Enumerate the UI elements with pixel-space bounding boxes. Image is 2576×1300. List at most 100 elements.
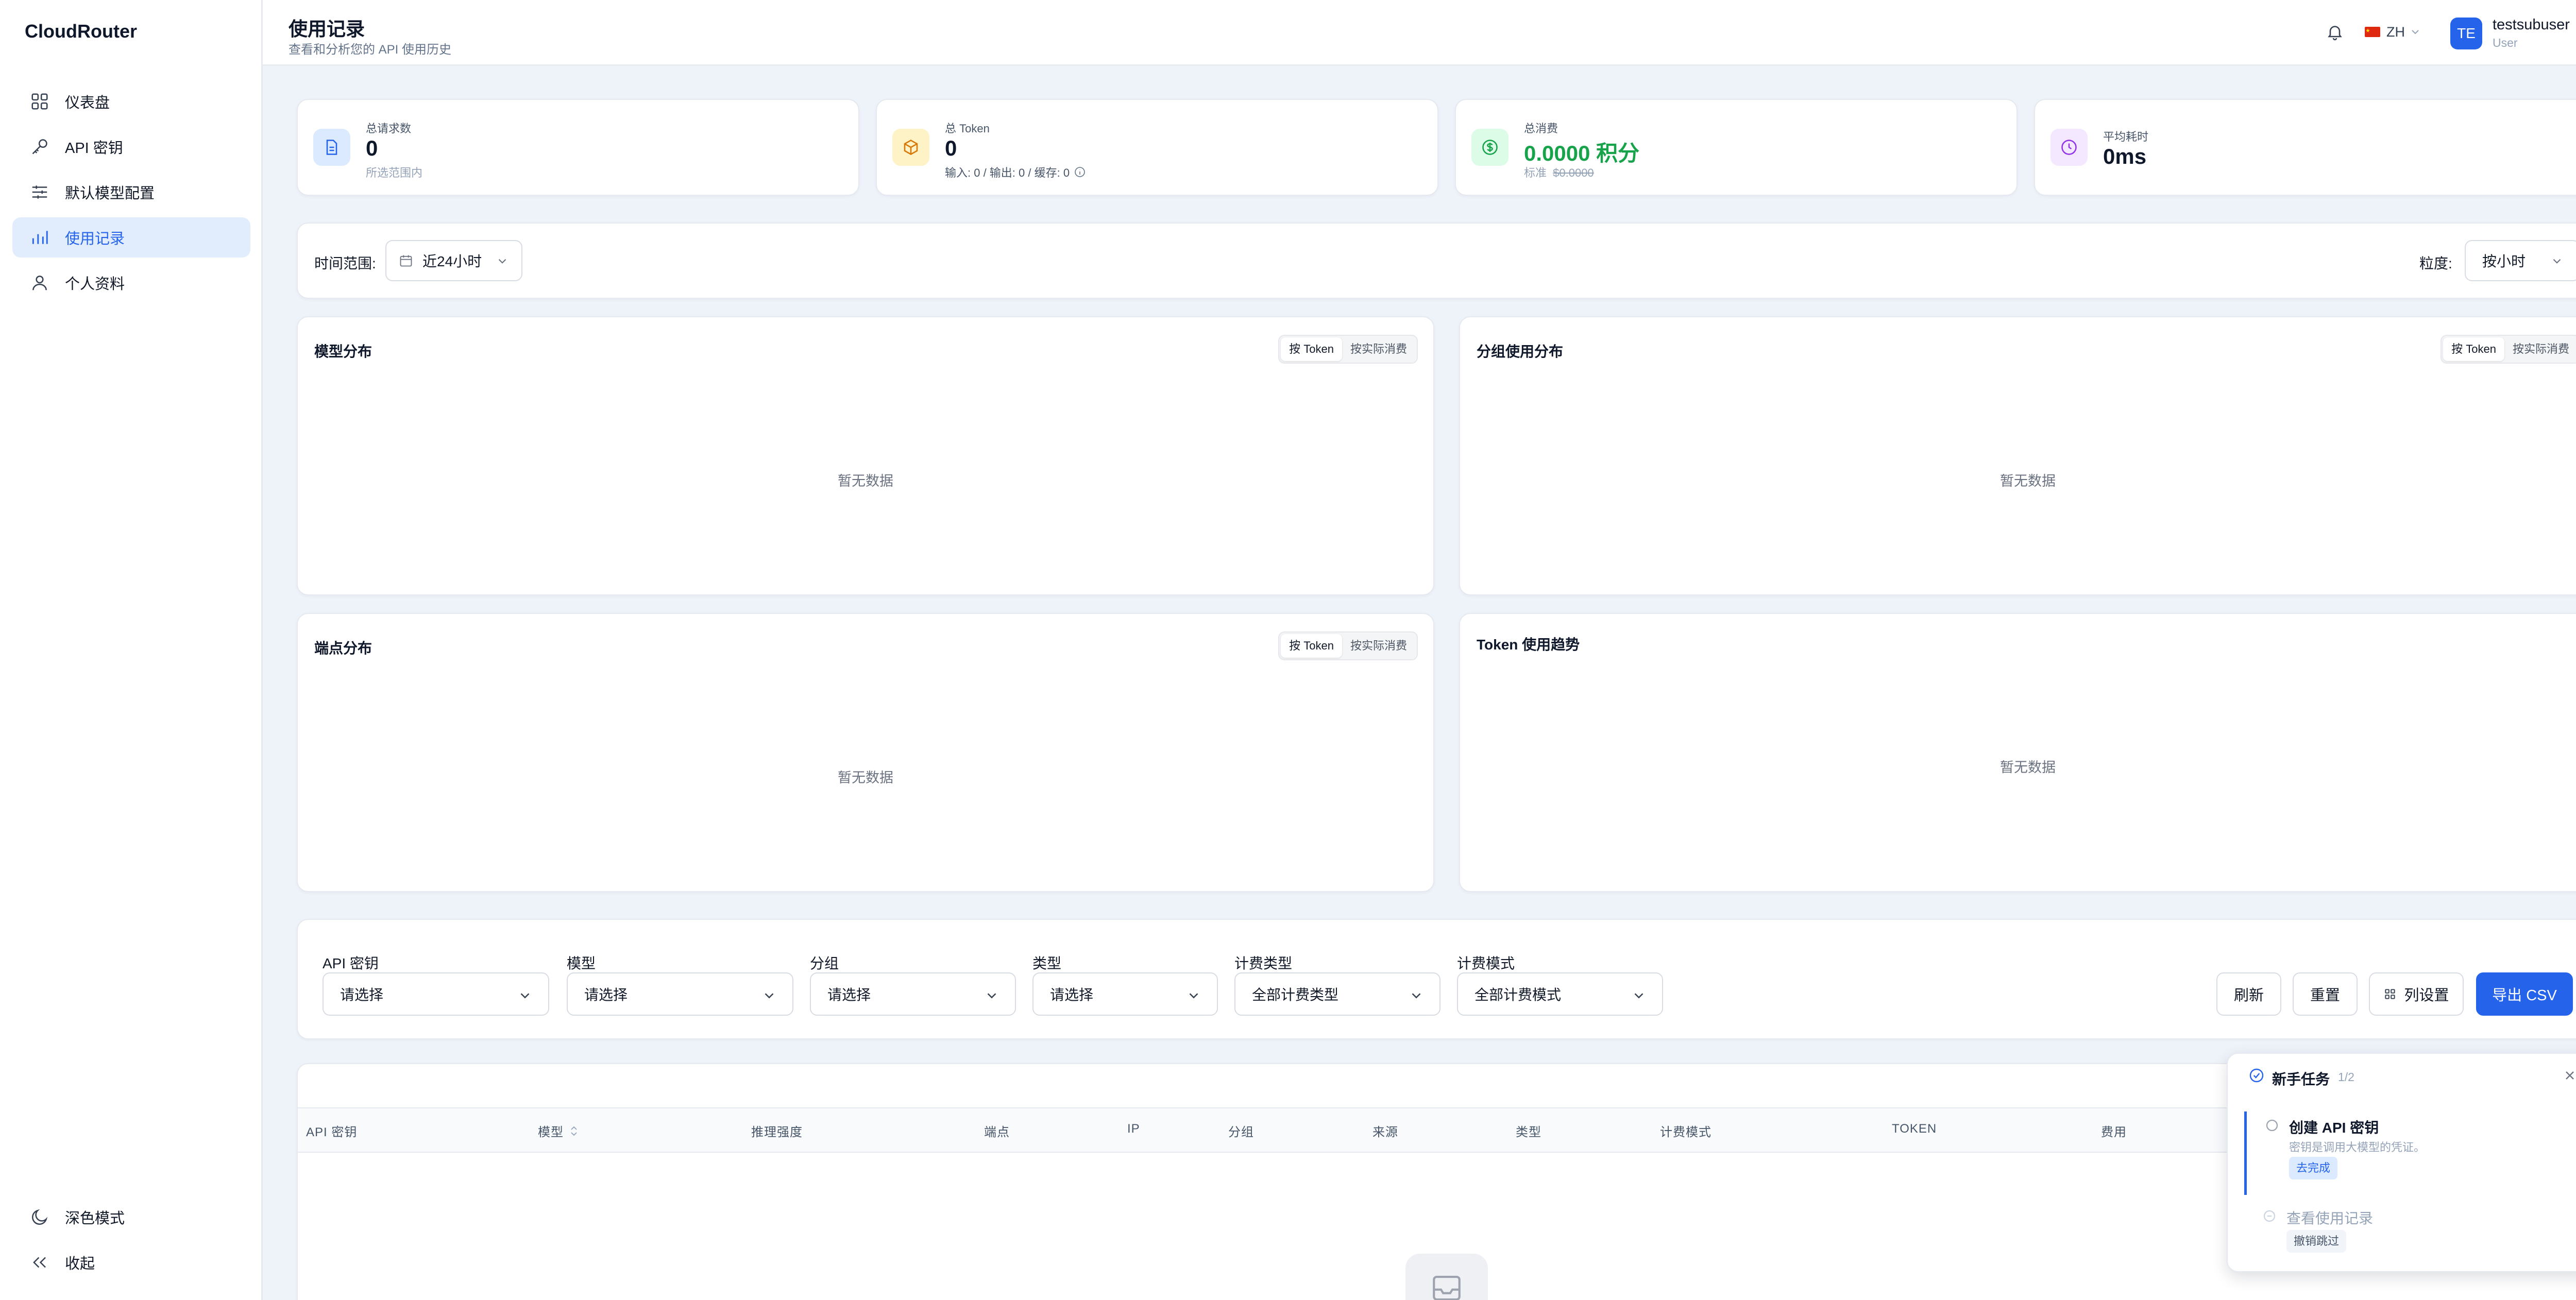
brand-logo[interactable]: CloudRouter <box>25 21 137 42</box>
sidebar-item-api-keys[interactable]: API 密钥 <box>12 127 250 167</box>
language-switcher[interactable]: ZH <box>2365 21 2421 43</box>
billing-mode-select[interactable]: 全部计费模式 <box>1457 972 1663 1016</box>
time-range-select[interactable]: 近24小时 <box>385 240 522 281</box>
skipped-circle-icon <box>2263 1210 2276 1222</box>
time-range-bar: 时间范围: 近24小时 粒度: 按小时 <box>297 223 2576 299</box>
column-settings-button[interactable]: 列设置 <box>2369 972 2464 1016</box>
stat-sub: 标准 $0.0000 <box>1524 164 1594 180</box>
onboarding-progress: 1/2 <box>2338 1070 2354 1084</box>
stat-card-tokens: 总 Token 0 输入: 0 / 输出: 0 / 缓存: 0 <box>876 99 1438 196</box>
sidebar-item-default-model[interactable]: 默认模型配置 <box>12 172 250 212</box>
filter-label: API 密钥 <box>323 955 379 971</box>
chevron-down-icon <box>765 993 774 999</box>
column-header-billing-mode[interactable]: 计费模式 <box>1660 1122 1711 1140</box>
granularity-label: 粒度: <box>2419 255 2452 271</box>
collapse-sidebar-button[interactable]: 收起 <box>12 1242 250 1282</box>
chevron-down-icon <box>987 993 996 999</box>
column-header-label: 模型 <box>538 1125 564 1139</box>
toggle-by-token[interactable]: 按 Token <box>1281 337 1342 361</box>
toggle-by-token[interactable]: 按 Token <box>1281 634 1342 658</box>
sidebar-item-usage[interactable]: 使用记录 <box>12 217 250 258</box>
bell-icon <box>2328 26 2342 41</box>
stat-value: 0 <box>945 136 957 160</box>
collapse-label: 收起 <box>65 1256 95 1272</box>
filter-bar: API 密钥 请选择 模型 请选择 分组 请选择 类型 请选择 计费类型 全部计… <box>297 919 2576 1039</box>
china-flag-icon <box>2365 27 2380 37</box>
toggle-by-cost[interactable]: 按实际消费 <box>1342 634 1415 658</box>
reset-button[interactable]: 重置 <box>2293 972 2358 1016</box>
api-key-select[interactable]: 请选择 <box>323 972 549 1016</box>
undo-skip-button[interactable]: 撤销跳过 <box>2286 1230 2347 1253</box>
select-value: 全部计费类型 <box>1252 987 1339 1003</box>
sidebar-item-profile[interactable]: 个人资料 <box>12 263 250 303</box>
select-value: 请选择 <box>827 987 871 1003</box>
empty-state: 暂无数据 <box>2000 473 2056 489</box>
model-select[interactable]: 请选择 <box>567 972 793 1016</box>
toggle-by-cost[interactable]: 按实际消费 <box>1342 337 1415 361</box>
time-range-label: 时间范围: <box>314 255 376 271</box>
column-header-token[interactable]: TOKEN <box>1892 1122 1937 1136</box>
grid-icon <box>31 93 48 110</box>
task-title: 查看使用记录 <box>2286 1210 2374 1226</box>
refresh-button[interactable]: 刷新 <box>2216 972 2281 1016</box>
empty-inbox-icon <box>1405 1254 1488 1300</box>
sidebar-item-dashboard[interactable]: 仪表盘 <box>12 81 250 122</box>
sidebar-item-label: 默认模型配置 <box>65 185 155 202</box>
column-header-cost[interactable]: 费用 <box>2101 1122 2127 1140</box>
toggle-by-token[interactable]: 按 Token <box>2443 337 2504 361</box>
language-label: ZH <box>2386 24 2405 40</box>
group-distribution-card: 分组使用分布 按 Token 按实际消费 暂无数据 <box>1459 316 2576 595</box>
export-csv-button[interactable]: 导出 CSV <box>2476 972 2573 1016</box>
box-icon <box>892 129 929 166</box>
sidebar-item-label: API 密钥 <box>65 140 123 157</box>
dark-mode-toggle[interactable]: 深色模式 <box>12 1197 250 1237</box>
filter-label: 计费模式 <box>1457 955 1515 971</box>
token-trend-card: Token 使用趋势 暂无数据 <box>1459 613 2576 892</box>
stat-label: 总 Token <box>945 122 990 135</box>
column-header-reasoning[interactable]: 推理强度 <box>751 1122 803 1140</box>
token-breakdown: 输入: 0 / 输出: 0 / 缓存: 0 <box>945 164 1086 180</box>
toggle-by-cost[interactable]: 按实际消费 <box>2504 337 2576 361</box>
stat-sub: 输入: 0 / 输出: 0 / 缓存: 0 <box>945 166 1070 179</box>
column-header-ip[interactable]: IP <box>1127 1122 1140 1136</box>
granularity-select[interactable]: 按小时 <box>2465 240 2576 281</box>
time-range-value: 近24小时 <box>422 253 482 269</box>
bar-chart-icon <box>32 231 48 244</box>
info-icon[interactable] <box>1074 166 1086 178</box>
chevron-down-icon <box>498 259 506 264</box>
close-icon[interactable] <box>2563 1068 2576 1083</box>
type-select[interactable]: 请选择 <box>1032 972 1218 1016</box>
stat-value: 0.0000 积分 <box>1524 141 1640 165</box>
task-action-button[interactable]: 去完成 <box>2289 1157 2338 1179</box>
task-desc: 密钥是调用大模型的凭证。 <box>2289 1141 2426 1154</box>
chevrons-left-icon <box>33 1257 46 1268</box>
billing-type-select[interactable]: 全部计费类型 <box>1234 972 1440 1016</box>
column-header-group[interactable]: 分组 <box>1228 1122 1254 1140</box>
username: testsubuser <box>2493 16 2570 33</box>
filter-label: 模型 <box>567 955 596 971</box>
clock-icon <box>2050 129 2088 166</box>
notification-button[interactable] <box>2324 21 2346 43</box>
stat-card-latency: 平均耗时 0ms <box>2034 99 2576 196</box>
column-header-endpoint[interactable]: 端点 <box>984 1122 1010 1140</box>
column-header-api-key[interactable]: API 密钥 <box>306 1122 357 1140</box>
column-header-source[interactable]: 来源 <box>1372 1122 1398 1140</box>
group-select[interactable]: 请选择 <box>810 972 1016 1016</box>
page-subtitle: 查看和分析您的 API 使用历史 <box>289 43 452 57</box>
select-value: 请选择 <box>340 987 384 1003</box>
column-header-model[interactable]: 模型 <box>538 1122 579 1140</box>
chevron-down-icon <box>2412 30 2419 35</box>
dark-mode-label: 深色模式 <box>65 1210 125 1227</box>
card-title: 端点分布 <box>314 640 372 656</box>
onboarding-task-skipped: 查看使用记录 撤销跳过 <box>2244 1202 2576 1259</box>
empty-state: 暂无数据 <box>2000 760 2056 775</box>
metric-toggle: 按 Token 按实际消费 <box>1278 631 1418 660</box>
card-title: Token 使用趋势 <box>1477 637 1580 653</box>
stat-label: 平均耗时 <box>2103 130 2149 143</box>
column-header-type[interactable]: 类型 <box>1516 1122 1541 1140</box>
user-menu[interactable]: TE testsubuser User <box>2450 13 2576 52</box>
onboarding-task-active: 创建 API 密钥 密钥是调用大模型的凭证。 去完成 <box>2244 1111 2576 1195</box>
grid-icon <box>2385 989 2396 999</box>
sort-icon <box>571 1126 577 1136</box>
onboarding-panel: 新手任务 1/2 创建 API 密钥 密钥是调用大模型的凭证。 去完成 查看使用… <box>2227 1053 2576 1272</box>
